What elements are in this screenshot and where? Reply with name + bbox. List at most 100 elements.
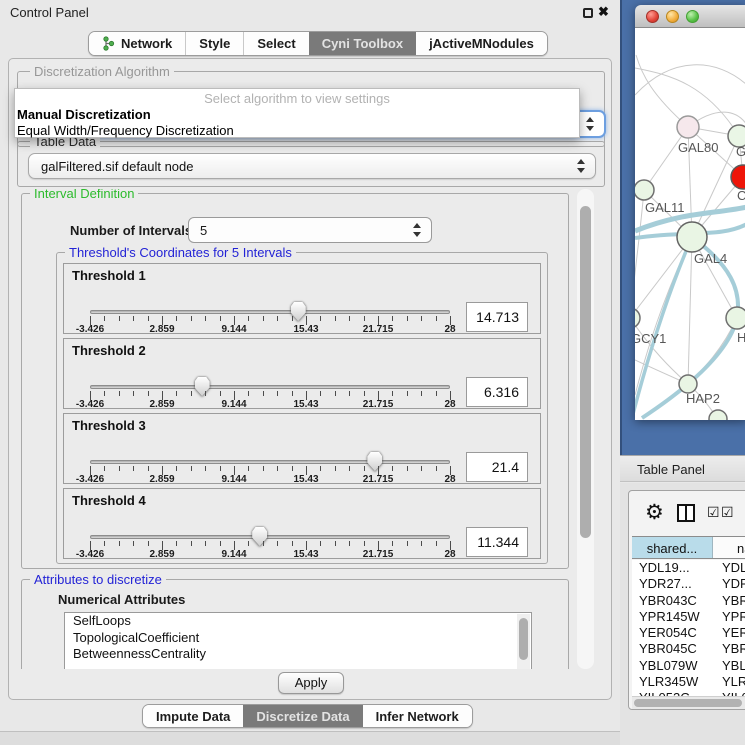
tick-mark: [119, 541, 120, 546]
tab-style[interactable]: Style: [185, 32, 243, 55]
threshold-2-panel: Threshold 2 -3.4262.8599.14415.4321.7152…: [63, 338, 541, 409]
tick-mark: [248, 466, 249, 471]
node-label: H: [737, 330, 745, 345]
thresholds-group-title: Threshold's Coordinates for 5 Intervals: [65, 245, 296, 260]
threshold-4-value[interactable]: 11.344: [466, 527, 528, 557]
numerical-attributes-list[interactable]: SelfLoopsTopologicalCoefficientBetweenne…: [64, 612, 532, 669]
tab-impute-data[interactable]: Impute Data: [143, 705, 243, 727]
list-item[interactable]: SelfLoops: [65, 613, 531, 630]
table-row[interactable]: YER054CYER0: [632, 625, 745, 641]
close-traffic-light-icon[interactable]: [646, 10, 659, 23]
tab-jactivemnodules[interactable]: jActiveMNodules: [416, 32, 547, 55]
network-canvas[interactable]: GAL80 GA C GAL11 GAL4 GCY1 H HAP2: [635, 28, 745, 420]
apply-button[interactable]: Apply: [278, 672, 344, 694]
slider-tick-labels: -3.4262.8599.14415.4321.71528: [90, 399, 450, 411]
horizontal-scrollbar-thumb[interactable]: [634, 699, 742, 707]
table-row[interactable]: YPR145WYPR1: [632, 609, 745, 625]
list-item[interactable]: TopologicalCoefficient: [65, 630, 531, 647]
tab-discretize-data[interactable]: Discretize Data: [243, 705, 362, 727]
tick-mark: [407, 466, 408, 471]
slider-tick-labels: -3.4262.8599.14415.4321.71528: [90, 324, 450, 336]
slider-track: [90, 535, 450, 539]
tick-label: 2.859: [132, 399, 192, 410]
table-row[interactable]: YBL079WYBL0: [632, 658, 745, 674]
tick-mark: [148, 466, 149, 471]
tick-mark: [220, 541, 221, 546]
dropdown-option-equal-width-frequency[interactable]: Equal Width/Frequency Discretization: [17, 123, 234, 138]
tab-select[interactable]: Select: [243, 32, 308, 55]
stepper-icon[interactable]: [413, 223, 422, 237]
close-icon[interactable]: ✖: [598, 4, 609, 20]
slider-track: [90, 385, 450, 389]
vertical-scrollbar-thumb[interactable]: [580, 206, 591, 538]
tab-network[interactable]: Network: [89, 32, 185, 55]
zoom-traffic-light-icon[interactable]: [686, 10, 699, 23]
table-panel-title: Table Panel: [637, 462, 705, 477]
tick-mark: [392, 391, 393, 396]
network-view-window[interactable]: GAL80 GA C GAL11 GAL4 GCY1 H HAP2: [635, 5, 745, 420]
app-root: Control Panel ✖ Network Style Select Cyn…: [0, 0, 745, 745]
numerical-attributes-label: Numerical Attributes: [58, 592, 185, 607]
tick-mark: [421, 466, 422, 471]
tick-label: 21.715: [348, 324, 408, 335]
node-table: ⚙ ☑ ☑ shared... na YDL19...YDL1YDR27...Y…: [628, 490, 745, 710]
settings-scroll-area: Interval Definition Number of Intervals …: [15, 189, 599, 669]
tick-mark: [421, 391, 422, 396]
tick-mark: [421, 541, 422, 546]
number-of-intervals-spinner[interactable]: 5: [188, 217, 432, 243]
table-toolbar: ⚙ ☑ ☑: [629, 491, 745, 536]
table-row[interactable]: YDR27...YDR2: [632, 576, 745, 592]
interval-definition-group: Interval Definition Number of Intervals …: [21, 193, 569, 569]
tick-mark: [277, 541, 278, 546]
table-row[interactable]: YDL19...YDL1: [632, 560, 745, 576]
list-scrollbar-thumb[interactable]: [519, 618, 528, 660]
tick-mark: [436, 316, 437, 321]
network-window-titlebar[interactable]: [635, 5, 745, 28]
checkbox-icon[interactable]: ☑: [721, 504, 734, 521]
tick-mark: [176, 391, 177, 396]
checkbox-icon[interactable]: ☑: [707, 504, 720, 521]
tick-label: -3.426: [60, 399, 120, 410]
minimize-traffic-light-icon[interactable]: [666, 10, 679, 23]
gear-icon[interactable]: ⚙: [645, 500, 664, 525]
tick-label: -3.426: [60, 474, 120, 485]
tab-infer-network[interactable]: Infer Network: [363, 705, 472, 727]
horizontal-scrollbar[interactable]: [632, 696, 745, 709]
list-scrollbar[interactable]: [517, 614, 530, 669]
control-panel: Control Panel ✖ Network Style Select Cyn…: [0, 0, 620, 745]
vertical-scrollbar[interactable]: [577, 189, 594, 669]
table-row[interactable]: YBR043CYBR0: [632, 593, 745, 609]
tab-cyni-toolbox[interactable]: Cyni Toolbox: [309, 32, 416, 55]
thresholds-group: Threshold's Coordinates for 5 Intervals …: [56, 252, 548, 564]
stepper-icon: [577, 159, 586, 173]
tick-mark: [407, 316, 408, 321]
slider-tick-labels: -3.4262.8599.14415.4321.71528: [90, 474, 450, 486]
split-columns-icon[interactable]: [677, 504, 695, 522]
tick-mark: [335, 466, 336, 471]
threshold-4-panel: Threshold 4 -3.4262.8599.14415.4321.7152…: [63, 488, 541, 559]
tick-mark: [392, 466, 393, 471]
dropdown-option-manual-discretization[interactable]: Manual Discretization: [17, 107, 151, 122]
tick-mark: [220, 316, 221, 321]
tick-mark: [292, 541, 293, 546]
threshold-2-value[interactable]: 6.316: [466, 377, 528, 407]
table-row[interactable]: YLR345WYLR3: [632, 674, 745, 690]
tick-mark: [220, 466, 221, 471]
tick-mark: [205, 541, 206, 546]
tick-label: 15.43: [276, 324, 336, 335]
tick-label: 2.859: [132, 549, 192, 560]
table-data-combobox[interactable]: galFiltered.sif default node: [28, 153, 596, 179]
column-header-name[interactable]: na: [713, 537, 745, 558]
threshold-1-label: Threshold 1: [72, 268, 146, 283]
tick-label: 15.43: [276, 549, 336, 560]
interval-definition-title: Interval Definition: [30, 189, 138, 201]
threshold-1-value[interactable]: 14.713: [466, 302, 528, 332]
float-window-icon[interactable]: [583, 8, 593, 18]
table-row[interactable]: YBR045CYBR0: [632, 641, 745, 657]
threshold-3-value[interactable]: 21.4: [466, 452, 528, 482]
tick-mark: [133, 316, 134, 321]
tick-label: 9.144: [204, 549, 264, 560]
tick-mark: [205, 316, 206, 321]
column-header-shared-name[interactable]: shared...: [632, 537, 713, 558]
list-item[interactable]: BetweennessCentrality: [65, 646, 531, 663]
